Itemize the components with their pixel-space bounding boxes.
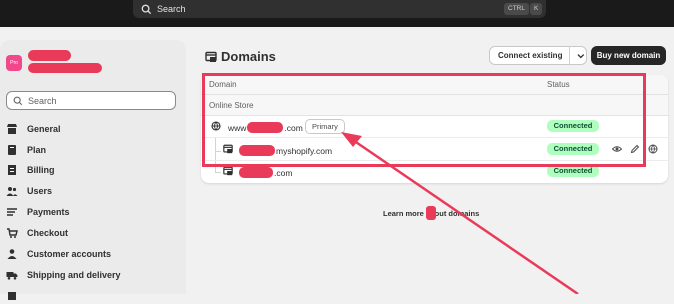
annotation-arrow: [341, 132, 579, 294]
